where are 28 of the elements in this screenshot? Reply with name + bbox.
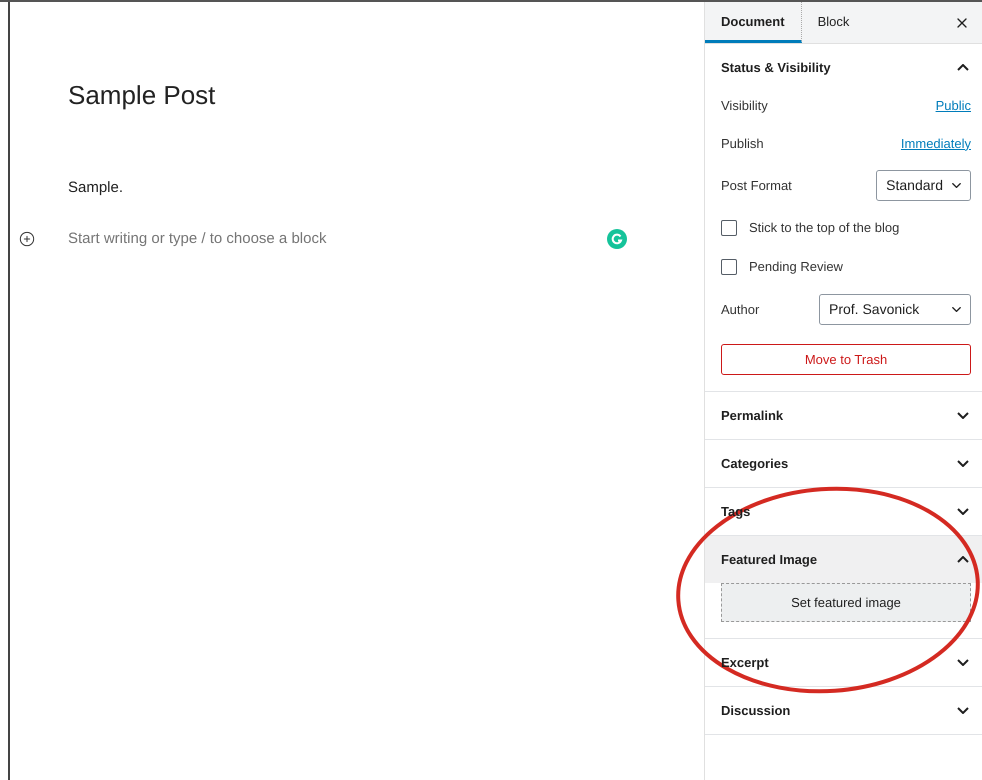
panel-header[interactable]: Featured Image [705, 536, 982, 583]
checkbox[interactable] [721, 220, 737, 236]
chevron-up-icon [957, 556, 969, 563]
checkbox[interactable] [721, 258, 737, 274]
block-placeholder[interactable]: Start writing or type / to choose a block [68, 230, 326, 247]
field-label: Post Format [721, 178, 792, 192]
chevron-down-icon [957, 707, 969, 714]
field-label: Publish [721, 136, 764, 150]
post-title[interactable]: Sample Post [68, 80, 704, 111]
featured-image-button[interactable]: Set featured image [721, 583, 971, 622]
trash-button[interactable]: Move to Trash [721, 344, 971, 375]
select-field[interactable]: Prof. Savonick [819, 294, 971, 324]
chevron-down-icon [957, 508, 969, 515]
field-label: Author [721, 302, 760, 316]
chevron-down-icon [957, 412, 969, 419]
select-field[interactable]: Standard [876, 170, 971, 200]
add-block-icon[interactable] [19, 230, 35, 246]
checkbox-label: Stick to the top of the blog [749, 220, 900, 235]
value-link[interactable]: Immediately [900, 136, 971, 150]
sidebar-tab[interactable]: Block [802, 2, 866, 43]
chevron-down-icon [957, 659, 969, 666]
sidebar-tab[interactable]: Document [705, 2, 802, 43]
field-label: Visibility [721, 98, 768, 112]
checkbox-label: Pending Review [749, 259, 843, 274]
paragraph-text: Sample. [68, 179, 124, 196]
chevron-down-icon [957, 460, 969, 467]
chevron-up-icon [957, 64, 969, 71]
value-link[interactable]: Public [936, 98, 971, 112]
